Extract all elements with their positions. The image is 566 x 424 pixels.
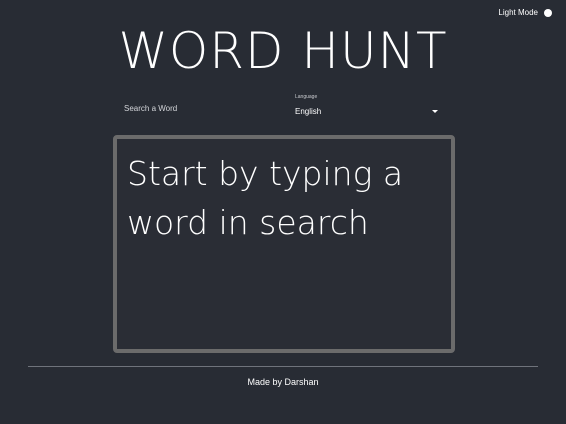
caret-down-icon [432,109,438,113]
search-controls: Language English [118,94,446,120]
toggle-knob-icon[interactable] [544,8,552,17]
language-select[interactable]: English [295,105,440,117]
definition-panel: Start by typing a word in search [113,135,455,353]
light-mode-toggle[interactable]: Light Mode [498,8,552,17]
language-label: Language [295,94,318,100]
empty-state-message: Start by typing a word in search [127,154,404,242]
footer-divider [28,366,538,367]
language-selected-value: English [295,106,322,116]
light-mode-label: Light Mode [498,8,538,17]
page-title: WORD HUNT [118,22,448,80]
footer-credit: Made by Darshan [247,377,319,387]
search-input[interactable] [124,104,274,113]
